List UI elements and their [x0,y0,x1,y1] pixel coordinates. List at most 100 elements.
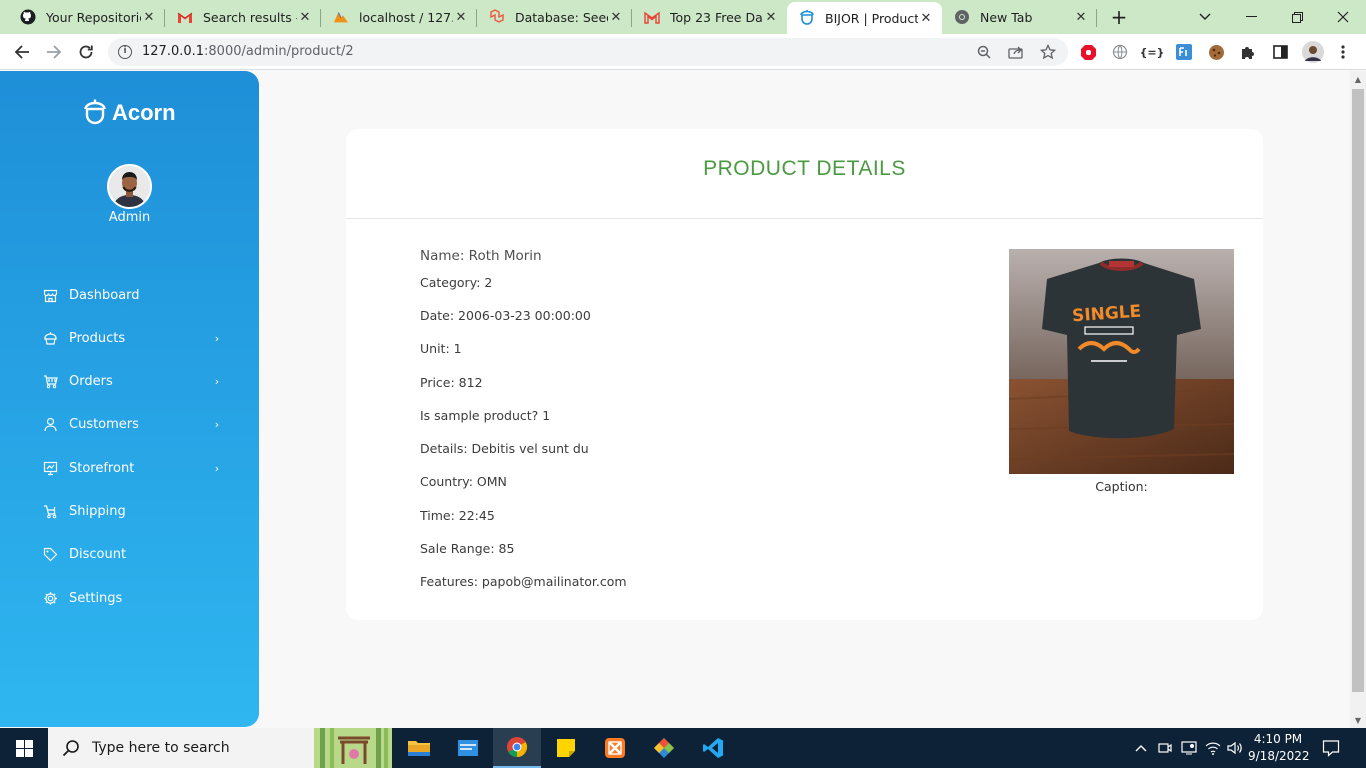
notification-button[interactable] [1322,739,1340,757]
forward-button[interactable] [42,40,66,64]
sidebar-item-shipping[interactable]: Shipping [42,499,222,523]
sidebar-item-orders[interactable]: Orders › [42,369,222,393]
chevron-right-icon: › [214,461,220,475]
sidebar-item-settings[interactable]: Settings [42,586,222,610]
clock-date: 9/18/2022 [1248,749,1310,763]
product-price: Price: 812 [420,375,483,390]
restore-icon [1291,11,1303,23]
tab-gmail-search[interactable]: Search results - p ✕ [165,0,321,34]
taskbar-xampp[interactable] [591,728,639,768]
scroll-down-icon[interactable]: ▼ [1350,712,1366,728]
avatar[interactable] [107,164,152,209]
globe-icon[interactable] [1111,43,1129,61]
zoom-icon[interactable] [976,44,992,60]
taskbar-vscode[interactable] [689,728,737,768]
product-name: Name: Roth Morin [420,248,542,264]
sidebar-item-discount[interactable]: Discount [42,542,222,566]
close-icon[interactable]: ✕ [297,9,313,25]
site-info-icon[interactable]: i [118,45,132,59]
sticky-notes-icon [557,739,575,757]
cart-icon [42,373,58,389]
sidebar-item-dashboard[interactable]: Dashboard [42,283,222,307]
taskbar-file-explorer[interactable] [395,728,443,768]
cookie-icon[interactable] [1207,43,1225,61]
product-features: Features: papob@mailinator.com [420,574,627,589]
restore-button[interactable] [1274,0,1320,34]
tab-title: New Tab [980,9,1033,25]
taskbar-search[interactable]: Type here to search [48,728,392,768]
tab-github[interactable]: Your Repositories ✕ [8,0,165,34]
side-panel-icon[interactable] [1271,43,1289,61]
close-icon[interactable]: ✕ [453,9,469,25]
acorn-icon [799,10,815,26]
url-text[interactable]: 127.0.0.1:8000/admin/product/2 [142,44,354,59]
chrome-menu-button[interactable] [1334,43,1352,61]
shipping-icon [42,503,58,519]
product-time: Time: 22:45 [420,508,495,523]
tag-icon [42,546,58,562]
formatter-icon[interactable] [1175,43,1193,61]
sidebar-item-customers[interactable]: Customers › [42,412,222,436]
extensions-puzzle-icon[interactable] [1239,43,1257,61]
brand-name: Acorn [112,100,176,125]
chevron-right-icon: › [214,331,220,345]
close-window-button[interactable] [1320,0,1366,34]
tab-search-button[interactable] [1182,0,1228,34]
divider [346,218,1263,219]
product-date: Date: 2006-03-23 00:00:00 [420,308,591,323]
profile-avatar[interactable] [1302,41,1324,63]
vscode-icon [703,738,723,758]
user-name[interactable]: Admin [0,210,259,225]
close-icon[interactable]: ✕ [608,9,624,25]
system-tray-icon[interactable] [1181,740,1197,756]
address-bar[interactable]: i 127.0.0.1:8000/admin/product/2 [108,38,1068,66]
image-caption: Caption: [1095,479,1148,494]
scrollbar-thumb[interactable] [1352,89,1364,692]
scroll-up-icon[interactable]: ▲ [1350,71,1366,87]
laravel-icon [489,9,505,25]
json-viewer-icon[interactable]: {=} [1140,43,1165,61]
dashboard-icon [42,287,58,303]
product-details-text: Details: Debitis vel sunt du [420,441,589,456]
close-icon[interactable]: ✕ [1073,9,1089,25]
share-icon[interactable] [1008,44,1024,60]
meet-now-icon[interactable] [1157,740,1173,756]
bookmark-star-icon[interactable] [1040,44,1056,60]
reload-button[interactable] [74,40,98,64]
phpmyadmin-icon [333,9,349,25]
page-scrollbar[interactable]: ▲ ▼ [1350,71,1366,728]
search-placeholder: Type here to search [92,740,230,756]
back-button[interactable] [10,40,34,64]
sidebar-item-products[interactable]: Products › [42,326,222,350]
sidebar-item-storefront[interactable]: Storefront › [42,456,222,480]
minimize-button[interactable] [1228,0,1274,34]
close-icon[interactable]: ✕ [141,9,157,25]
taskbar-clock[interactable]: 4:10 PM 9/18/2022 [1248,731,1310,765]
taskbar-app-window[interactable] [444,728,492,768]
start-button[interactable] [0,728,48,768]
tab-database-seeding[interactable]: Database: Seedin ✕ [477,0,632,34]
chevron-up-icon[interactable] [1133,740,1149,756]
taskbar-chrome[interactable] [493,728,541,768]
arrow-left-icon [14,45,29,59]
url-path: :8000/admin/product/2 [204,44,354,59]
close-icon[interactable]: ✕ [763,9,779,25]
taskbar-git[interactable] [640,728,688,768]
tab-new-tab[interactable]: New Tab ✕ [942,0,1097,34]
taskbar-sticky-notes[interactable] [542,728,590,768]
close-icon [1337,11,1349,23]
chevron-right-icon: › [214,417,220,431]
new-tab-button[interactable]: + [1108,5,1130,29]
tab-bijor-product[interactable]: BIJOR | Product ✕ [787,2,942,34]
wifi-icon[interactable] [1205,740,1221,756]
close-icon[interactable]: ✕ [918,10,934,26]
brand-logo[interactable]: Acorn [84,99,176,127]
tab-phpmyadmin[interactable]: localhost / 127.0. ✕ [321,0,477,34]
app-window-icon [458,740,478,756]
tab-free-dashboards[interactable]: Top 23 Free Dash ✕ [632,0,787,34]
volume-icon[interactable] [1227,740,1243,756]
chevron-down-icon [1199,13,1211,20]
gear-icon [42,590,58,606]
adblock-icon[interactable] [1079,43,1097,61]
product-country: Country: OMN [420,474,507,489]
